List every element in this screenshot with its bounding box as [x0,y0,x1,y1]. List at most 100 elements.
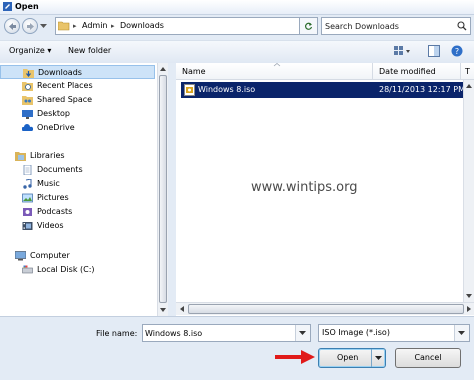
refresh-button[interactable] [300,17,318,35]
nav-item-downloads[interactable]: Downloads [0,65,155,79]
file-type-dropdown[interactable] [454,325,469,341]
nav-item-label: Computer [30,251,70,260]
scrollbar-thumb[interactable] [188,304,464,314]
breadcrumb-admin[interactable]: Admin [82,21,108,31]
nav-item-computer[interactable]: Computer [0,249,155,263]
column-header-label: T [465,67,470,76]
chevron-down-icon [458,331,465,335]
window-title: Open [15,2,39,11]
nav-item-label: Shared Space [37,95,93,104]
local-disk-icon [22,265,33,274]
search-box[interactable] [321,17,471,35]
nav-item-desktop[interactable]: Desktop [0,107,155,121]
file-list-scrollbar[interactable] [463,80,474,302]
open-button-label: Open [337,353,359,362]
file-type-value: ISO Image (*.iso) [322,328,390,337]
nav-item-label: Desktop [37,109,70,118]
forward-button[interactable] [22,18,38,34]
back-arrow-icon [9,23,16,30]
horizontal-scrollbar[interactable] [176,302,474,315]
preview-pane-icon[interactable] [428,45,440,57]
chevron-down-icon [375,356,382,360]
scroll-left-icon[interactable] [177,304,187,314]
chevron-down-icon [299,331,306,335]
column-header-type[interactable]: T [461,63,474,80]
shared-space-icon [22,96,33,105]
breadcrumb-chevron-icon[interactable]: ▸ [111,21,115,31]
navigation-pane: Downloads Recent Places Shared Space Des… [0,63,168,316]
breadcrumb-chevron-icon[interactable]: ▸ [73,21,77,31]
svg-text:?: ? [455,47,459,56]
nav-item-shared-space[interactable]: Shared Space [0,93,155,107]
open-button[interactable]: Open [318,348,386,368]
file-row[interactable]: Windows 8.iso 28/11/2013 12:17 PM I [181,82,474,98]
file-name-input[interactable] [145,326,290,340]
file-name-combobox[interactable] [142,324,311,342]
file-type-select[interactable]: ISO Image (*.iso) [318,324,470,342]
column-header-label: Name [182,67,206,76]
open-dialog: Open ▸ Admin ▸ Downloads Organize ▾ New … [0,0,474,380]
nav-item-local-disk[interactable]: Local Disk (C:) [0,263,155,277]
file-name-label: File name: [96,329,138,338]
nav-item-music[interactable]: Music [0,177,155,191]
file-date: 28/11/2013 12:17 PM [379,85,465,94]
watermark: www.wintips.org [251,180,358,195]
nav-item-label: Podcasts [37,207,73,216]
nav-item-label: Recent Places [37,81,93,90]
onedrive-icon [22,124,33,131]
change-view-icon[interactable] [394,45,412,57]
navigation-scrollbar[interactable] [157,63,168,316]
title-bar[interactable]: Open [0,0,474,15]
desktop-icon [22,110,33,119]
cancel-button[interactable]: Cancel [395,348,461,368]
scrollbar-thumb[interactable] [159,75,167,303]
sort-indicator-icon [273,63,281,67]
app-icon [3,2,12,11]
nav-item-label: Documents [37,165,83,174]
annotation-arrow-icon [275,350,315,364]
nav-item-libraries[interactable]: Libraries [0,149,155,163]
nav-item-label: Videos [37,221,64,230]
address-bar[interactable]: ▸ Admin ▸ Downloads [55,17,300,35]
search-input[interactable] [325,19,450,33]
nav-item-label: Music [37,179,60,188]
scroll-up-icon[interactable] [464,81,474,92]
pictures-icon [22,193,33,203]
file-name-dropdown[interactable] [295,325,310,341]
search-icon [457,21,467,31]
recent-locations-chevron-icon[interactable] [40,24,47,29]
help-icon[interactable]: ? [451,45,463,57]
refresh-icon [305,22,313,30]
nav-item-documents[interactable]: Documents [0,163,155,177]
open-options-dropdown[interactable] [371,349,385,367]
recent-places-icon [22,82,33,91]
nav-item-podcasts[interactable]: Podcasts [0,205,155,219]
iso-file-icon [184,84,195,96]
computer-icon [15,251,26,261]
nav-item-videos[interactable]: Videos [0,219,155,233]
nav-item-recent-places[interactable]: Recent Places [0,79,155,93]
back-button[interactable] [4,18,20,34]
documents-icon [23,165,32,175]
nav-item-onedrive[interactable]: OneDrive [0,121,155,135]
nav-item-pictures[interactable]: Pictures [0,191,155,205]
nav-item-label: Downloads [38,68,82,77]
nav-item-label: Libraries [30,151,65,160]
downloads-folder-icon [23,69,34,78]
breadcrumb-downloads[interactable]: Downloads [120,21,164,31]
videos-icon [22,222,33,230]
scroll-right-icon[interactable] [464,304,474,314]
forward-arrow-icon [27,23,34,30]
pane-splitter[interactable] [168,63,176,316]
nav-item-label: OneDrive [37,123,75,132]
scroll-down-icon[interactable] [464,290,474,301]
column-header-date[interactable]: Date modified [373,63,461,80]
command-bar: Organize ▾ New folder ? [0,40,474,64]
folder-icon [58,21,70,31]
organize-button[interactable]: Organize ▾ [9,44,51,58]
column-header-label: Date modified [379,67,436,76]
podcasts-icon [23,208,32,216]
scroll-down-icon[interactable] [158,304,168,315]
scroll-up-icon[interactable] [158,64,168,75]
new-folder-button[interactable]: New folder [68,44,111,58]
